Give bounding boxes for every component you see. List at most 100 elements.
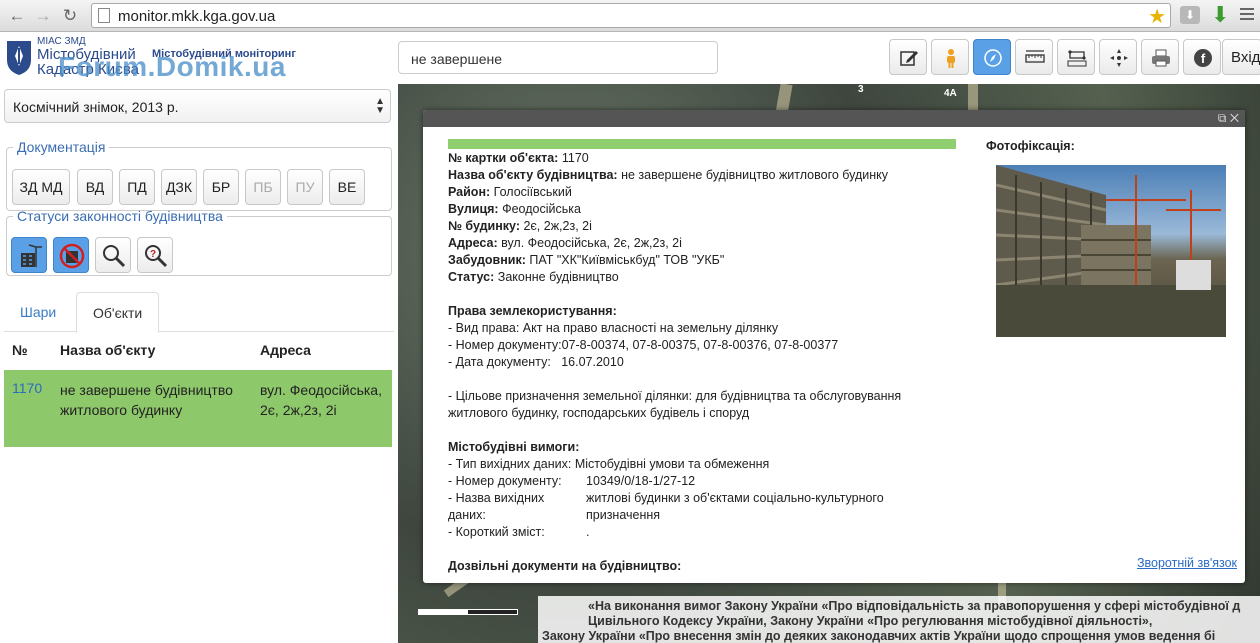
req-name-value-1: житлові будинки з об'єктами соціально-ку… (586, 491, 884, 505)
edit-tool-button[interactable] (889, 39, 927, 75)
object-name: не завершене будівництво житлового будин… (60, 382, 233, 418)
building-crane-icon (21, 244, 42, 267)
land-purpose-line-1: - Цільове призначення земельної ділянки:… (448, 389, 902, 403)
name-label: Назва об'єкту будівництва: (448, 168, 618, 182)
land-rights-title: Права землекористування: (448, 304, 617, 318)
doc-button-pu[interactable]: ПУ (287, 169, 323, 205)
search-input[interactable]: не завершене (398, 41, 718, 74)
req-docnum-label: - Номер документу: (448, 474, 562, 488)
legal-construction-filter[interactable] (11, 237, 47, 273)
measure-line-button[interactable] (1015, 39, 1053, 75)
download-extension-icon[interactable]: ⬇ (1180, 6, 1200, 24)
bookmark-star-icon[interactable]: ★ (1148, 4, 1166, 29)
watermark: Forum.Domik.ua (58, 51, 286, 82)
developer-label: Забудовник: (448, 253, 526, 267)
street-value: Феодосійська (502, 202, 581, 216)
green-download-icon[interactable]: ⬇ (1211, 3, 1229, 27)
svg-text:?: ? (150, 249, 156, 260)
magnifier-icon (103, 245, 126, 268)
page-icon (98, 8, 110, 23)
area-ruler-icon (1067, 50, 1087, 67)
popup-close-icon[interactable]: ✕ (1230, 111, 1239, 125)
documentation-legend: Документація (17, 139, 106, 155)
doc-button-zd-md[interactable]: ЗД МД (12, 169, 70, 205)
table-row[interactable]: 1170 не завершене будівництво житлового … (4, 370, 392, 447)
req-name-label-2: даних: (448, 508, 486, 522)
forward-icon[interactable]: → (32, 5, 54, 27)
object-id-link[interactable]: 1170 (12, 380, 42, 396)
feedback-link[interactable]: Зворотній зв'язок (1137, 556, 1237, 570)
req-summary-label: - Короткий зміст: (448, 525, 545, 539)
crosshair-icon (1110, 49, 1128, 67)
status-color-bar (448, 139, 956, 149)
ticker-line-2: Цивільного Кодексу України, Закону Украї… (588, 614, 1153, 628)
street-label: Вулиця: (448, 202, 499, 216)
req-docnum-value: 10349/0/18-1/27-12 (586, 474, 696, 488)
url-text: monitor.mkk.kga.gov.ua (118, 8, 276, 25)
browser-toolbar: ← → ↻ monitor.mkk.kga.gov.ua ★ ⬇ ⬇ (0, 0, 1260, 32)
status-value: Законне будівництво (497, 270, 619, 284)
base-layer-select[interactable]: Космічний знімок, 2013 р. ▲ ▼ (4, 89, 391, 123)
doc-button-vd[interactable]: ВД (77, 169, 113, 205)
column-header-number: № (12, 342, 28, 358)
column-header-name: Назва об'єкту (60, 342, 156, 358)
back-icon[interactable]: ← (6, 5, 28, 27)
doc-button-ve[interactable]: ВЕ (329, 169, 365, 205)
select-arrows-icon: ▲ ▼ (375, 96, 385, 116)
unknown-status-button[interactable]: ? (137, 237, 173, 273)
requirements-title: Містобудівні вимоги: (448, 440, 580, 454)
map-label-3: 3 (858, 84, 864, 95)
object-address: вул. Феодосійська, 2є, 2ж,2з, 2і (260, 382, 382, 418)
legal-notice-ticker: «На виконання вимог Закону України «Про … (538, 596, 1260, 643)
land-purpose-line-2: житлового будинку, господарських будівел… (448, 406, 750, 420)
svg-text:f: f (1201, 51, 1206, 66)
edit-icon (900, 51, 918, 66)
req-name-label-1: - Назва вихідних (448, 491, 545, 505)
tab-objects[interactable]: Об'єкти (76, 292, 160, 333)
search-status-button[interactable] (95, 237, 131, 273)
doc-button-pb[interactable]: ПБ (245, 169, 281, 205)
facebook-button[interactable]: f (1183, 39, 1221, 75)
illegal-construction-filter[interactable] (53, 237, 89, 273)
print-button[interactable] (1141, 39, 1179, 75)
construction-photo[interactable] (996, 165, 1226, 337)
ticker-line-1: «На виконання вимог Закону України «Про … (588, 599, 1241, 613)
reload-icon[interactable]: ↻ (59, 5, 81, 27)
left-panel: Космічний знімок, 2013 р. ▲ ▼ Документаці… (0, 84, 398, 643)
card-value: 1170 (561, 151, 589, 165)
popup-restore-icon[interactable]: ⧉ (1218, 111, 1227, 125)
doc-button-pd[interactable]: ПД (119, 169, 155, 205)
object-info-popup: ⧉ ✕ № картки об'єкта: 1170 Назва об'єкту… (423, 110, 1245, 583)
pegman-icon (947, 49, 955, 68)
card-label: № картки об'єкта: (448, 151, 559, 165)
navigate-tool-button[interactable] (973, 39, 1011, 75)
address-bar[interactable]: monitor.mkk.kga.gov.ua ★ (91, 3, 1171, 28)
doc-button-dzk[interactable]: ДЗК (161, 169, 197, 205)
prohibited-building-icon (59, 243, 85, 269)
kyiv-emblem-icon (7, 41, 31, 75)
street-view-button[interactable] (931, 39, 969, 75)
popup-titlebar: ⧉ ✕ (423, 110, 1245, 127)
doc-button-br[interactable]: БР (203, 169, 239, 205)
land-right-kind: - Вид права: Акт на право власності на з… (448, 321, 779, 335)
facebook-icon: f (1194, 49, 1212, 67)
map-scale-bar (418, 609, 518, 615)
name-value: не завершене будівництво житлового будин… (621, 168, 889, 182)
permits-title: Дозвільні документи на будівництво: (448, 559, 682, 573)
tab-layers[interactable]: Шари (4, 292, 72, 333)
req-summary-value: . (586, 525, 590, 539)
status-label: Статус: (448, 270, 495, 284)
browser-menu-icon[interactable] (1240, 8, 1254, 23)
district-value: Голосіївський (493, 185, 572, 199)
land-doc-date: - Дата документу: 16.07.2010 (448, 355, 624, 369)
panel-tabs: Шари Об'єкти (4, 292, 394, 333)
printer-icon (1152, 49, 1170, 67)
login-button[interactable]: Вхід (1222, 39, 1260, 75)
object-details: № картки об'єкта: 1170 Назва об'єкту буд… (448, 150, 988, 575)
measure-area-button[interactable] (1057, 39, 1095, 75)
req-type: - Тип вихідних даних: Містобудівні умови… (448, 457, 770, 471)
ticker-line-3: Закону України «Про внесення змін до дея… (542, 629, 1216, 643)
documentation-group: Документація ЗД МД ВД ПД ДЗК БР ПБ ПУ ВЕ (6, 139, 392, 211)
locate-button[interactable] (1099, 39, 1137, 75)
building-value: 2є, 2ж,2з, 2і (523, 219, 592, 233)
